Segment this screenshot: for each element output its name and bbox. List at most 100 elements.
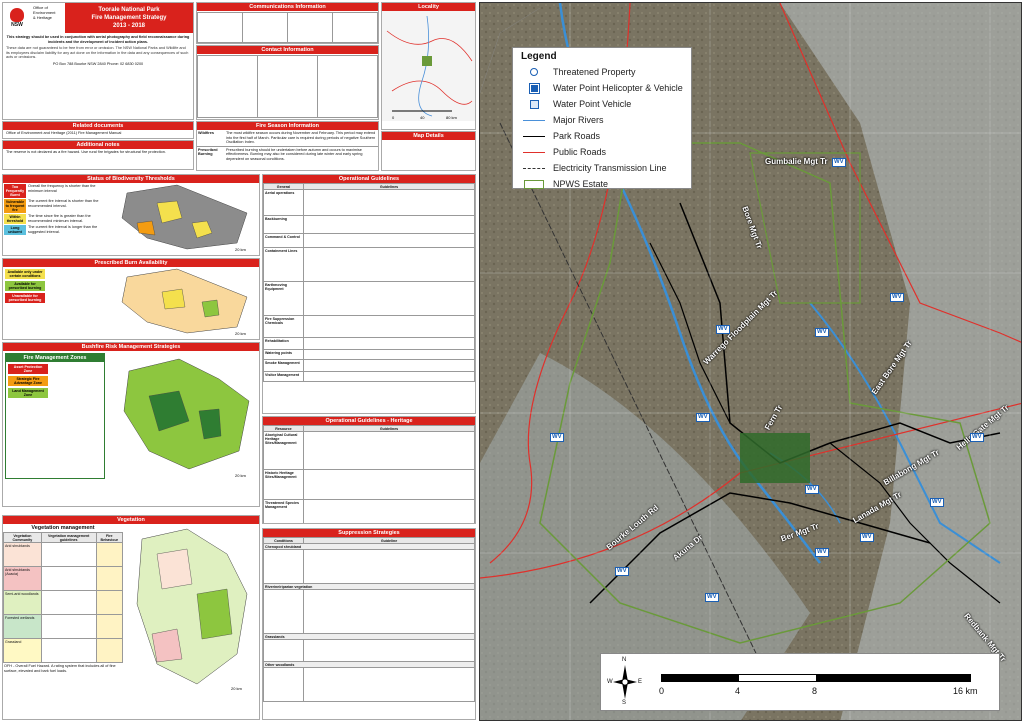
svg-text:80 km: 80 km [446, 115, 458, 120]
water-point-marker[interactable]: WV [815, 548, 829, 557]
additional-notes-title: Additional notes [3, 141, 193, 149]
water-point-marker[interactable]: WV [615, 567, 629, 576]
table-row: Containment Lines [263, 247, 475, 282]
legend-item-transmission-line: Electricity Transmission Line [521, 160, 683, 176]
suppression-table: Conditions Guideline Chenopod shrubland R… [263, 537, 475, 702]
bushfire-map: 20 km [123, 358, 250, 478]
map-details-title: Map Details [382, 132, 475, 140]
water-point-marker[interactable]: WV [805, 485, 819, 494]
operational-guidelines-title: Operational Guidelines [263, 175, 475, 183]
table-row: Smoke Management [263, 359, 475, 372]
title-block: Toorale National Park Fire Management St… [65, 3, 193, 33]
legend-swatch: Unavailable for prescribed burning [5, 293, 45, 303]
biodiversity-map: 20 km [121, 184, 248, 252]
locality-map: 0 40 80 km [382, 11, 475, 121]
heritage-title: Operational Guidelines - Heritage [263, 417, 475, 425]
svg-text:20 km: 20 km [235, 247, 247, 252]
bushfire-panel: Bushfire Risk Management Strategies Fire… [2, 342, 260, 507]
table-row: Visitor Management [263, 371, 475, 382]
communications-panel: Communications Information [196, 2, 379, 44]
helicopter-water-icon [528, 82, 540, 94]
oeh-logo: Office of Environment & Heritage [33, 5, 56, 20]
related-documents-panel: Related documents Office of Environment … [2, 121, 194, 139]
table-row: Arid shrublands [3, 542, 124, 567]
water-point-marker[interactable]: WV [832, 158, 846, 167]
scale-bar [661, 674, 971, 682]
biodiversity-legend-row: Vulnerable to frequent fire The current f… [4, 199, 99, 213]
related-documents-title: Related documents [3, 122, 193, 130]
additional-note-item: The reserve is not declared as a fire ha… [6, 150, 166, 154]
table-row: Semi-arid woodlands [3, 590, 124, 615]
table-row: Grassland [3, 638, 124, 663]
heritage-panel: Operational Guidelines - Heritage Resour… [262, 416, 476, 524]
contact-panel: Contact Information [196, 45, 379, 120]
waratah-icon [10, 8, 24, 22]
prescribed-burning-text: Prescribed burning should be undertaken … [226, 147, 363, 161]
road-label: Gumbalie Mgt Tr [765, 157, 828, 166]
fire-season-panel: Fire Season Information Wildfires The mo… [196, 121, 379, 171]
water-point-marker[interactable]: WV [716, 325, 730, 334]
main-map[interactable]: Legend Threatened Property Water Point H… [479, 2, 1022, 721]
page-subtitle: Fire Management Strategy [91, 15, 167, 21]
table-row: Fire Suppression Chemicals [263, 315, 475, 338]
water-point-marker[interactable]: WV [705, 593, 719, 602]
map-details-panel: Map Details [381, 131, 476, 171]
suppression-title: Suppression Strategies [263, 529, 475, 537]
legend-item-major-rivers: Major Rivers [521, 112, 683, 128]
related-document-item: Office of Environment and Heritage (2011… [6, 131, 122, 135]
prescribed-burning-label: Prescribed Burning [198, 147, 218, 157]
contact-text: PO Box 788 Bourke NSW 2840 Phone: 02 683… [52, 61, 144, 66]
table-row: Arid shrublands (Acacia) [3, 566, 124, 591]
table-row: Historic Heritage Sites/Management [263, 469, 475, 500]
page-title: Toorale National Park [98, 7, 160, 13]
legend-swatch: Too Frequently Burnt [4, 184, 26, 198]
disclaimer-text: These data are not guaranteed to be free… [6, 46, 189, 60]
suppression-panel: Suppression Strategies Conditions Guideli… [262, 528, 476, 720]
bushfire-title: Bushfire Risk Management Strategies [3, 343, 259, 351]
additional-notes-panel: Additional notes The reserve is not decl… [2, 140, 194, 170]
scale-label-16: 16 km [953, 686, 978, 696]
water-point-marker[interactable]: WV [860, 533, 874, 542]
biodiversity-legend-row: Long unburnt The current fire interval is… [4, 225, 102, 235]
prescribed-burn-title: Prescribed Burn Availability [3, 259, 259, 267]
svg-text:40: 40 [420, 115, 425, 120]
nsw-logo: NSW [3, 3, 31, 33]
legend-swatch: Long unburnt [4, 225, 26, 235]
water-point-marker[interactable]: WV [890, 293, 904, 302]
legend-title: Legend [521, 51, 557, 62]
biodiversity-legend-row: Within threshold The time since fire is g… [4, 214, 102, 224]
legend-swatch: Available only under certain conditions [5, 269, 45, 279]
vegetation-map: 20 km [136, 528, 248, 691]
map-legend: Legend Threatened Property Water Point H… [512, 47, 692, 189]
svg-text:20 km: 20 km [235, 473, 247, 478]
water-point-marker[interactable]: WV [930, 498, 944, 507]
table-row: Command & Control [263, 233, 475, 248]
svg-text:20 km: 20 km [231, 686, 243, 691]
contact-title: Contact Information [197, 46, 378, 54]
biodiversity-legend-row: Too Frequently Burnt Overall fire frequen… [4, 184, 96, 198]
table-row: Threatened Species Management [263, 499, 475, 523]
water-point-marker[interactable]: WV [815, 328, 829, 337]
page-period: 2013 - 2018 [112, 23, 146, 29]
water-point-marker[interactable]: WV [696, 413, 710, 422]
legend-swatch: Available for prescribed burning [5, 281, 45, 291]
intro-text: This strategy should be used in conjunct… [6, 35, 190, 44]
wildfires-label: Wildfires [198, 131, 214, 135]
legend-item-park-roads: Park Roads [521, 128, 683, 144]
locality-title: Locality [382, 3, 475, 11]
legend-swatch: Strategic Fire Advantage Zone [8, 376, 48, 386]
locality-panel: Locality 0 40 80 km [381, 2, 476, 130]
house-icon [530, 68, 538, 76]
table-row: Backburning [263, 215, 475, 234]
legend-item-water-helicopter: Water Point Helicopter & Vehicle [521, 80, 683, 96]
water-point-marker[interactable]: WV [550, 433, 564, 442]
water-point-marker[interactable]: WV [970, 433, 984, 442]
compass: N S E W [607, 657, 643, 707]
ofh-footnote: OFH - Overall Fuel Hazard. A rating syst… [4, 664, 116, 673]
prescribed-burn-map: 20 km [121, 268, 248, 336]
operational-guidelines-panel: Operational Guidelines General Guidelines… [262, 174, 476, 414]
scale-bar-box: N S E W 0 4 8 16 km [600, 653, 1000, 711]
fire-zones-title: Fire Management Zones [6, 354, 104, 362]
legend-item-threatened-property: Threatened Property [521, 64, 683, 80]
legend-swatch: Land Management Zone [8, 388, 48, 398]
